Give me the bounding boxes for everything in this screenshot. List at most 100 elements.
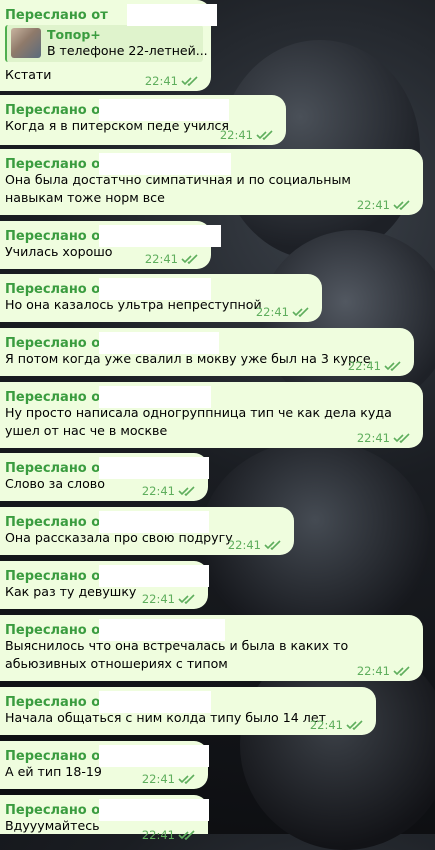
quote-title: Топор+ xyxy=(47,27,101,42)
read-check-icon xyxy=(178,594,195,604)
forward-header: Переслано от xyxy=(5,332,404,354)
message-time: 22:41 xyxy=(356,431,390,445)
message-meta: 22:41 xyxy=(145,252,199,266)
message-bubble[interactable]: Переслано от Топор+ В телефоне 22-летней… xyxy=(0,0,217,91)
forward-label: Переслано от xyxy=(5,103,108,118)
redacted-sender xyxy=(99,386,211,408)
redacted-sender xyxy=(99,153,231,175)
message-time: 22:41 xyxy=(141,592,175,606)
message-text: Выяснилось что она встречалась и была в … xyxy=(5,638,349,671)
quote-text: В телефоне 22-летней... xyxy=(47,43,208,58)
read-check-icon xyxy=(178,774,195,784)
forward-label: Переслано от xyxy=(5,282,108,297)
message-time: 22:41 xyxy=(144,252,178,266)
message-meta: 22:41 xyxy=(357,664,411,678)
message-time: 22:41 xyxy=(356,664,390,678)
message-time: 22:41 xyxy=(356,198,390,212)
forward-label: Переслано от xyxy=(5,336,108,351)
read-check-icon xyxy=(178,486,195,496)
read-check-icon xyxy=(181,254,198,264)
forward-label: Переслано от xyxy=(5,157,108,172)
message-bubble[interactable]: Переслано от Она была достатчно симпатич… xyxy=(0,149,423,215)
forward-label: Переслано от xyxy=(5,515,108,530)
read-check-icon xyxy=(181,76,198,86)
message-bubble[interactable]: Переслано от Вдууумайтесь 22:41 xyxy=(0,795,209,842)
message-meta: 22:41 xyxy=(142,828,196,842)
redacted-sender xyxy=(99,457,209,479)
forward-label: Переслано от xyxy=(5,569,108,584)
quoted-post[interactable]: Топор+ В телефоне 22-летней... xyxy=(5,25,208,62)
message-bubble[interactable]: Переслано от Слово за слово 22:41 xyxy=(0,453,209,501)
message-meta: 22:41 xyxy=(310,718,364,732)
forward-header: Переслано от xyxy=(5,225,221,247)
message-meta: 22:41 xyxy=(348,359,402,373)
message-bubble[interactable]: Переслано от Начала общаться с ним колда… xyxy=(0,687,376,735)
forward-header: Переслано от xyxy=(5,153,413,175)
forward-label: Переслано от xyxy=(5,749,108,764)
read-check-icon xyxy=(346,720,363,730)
message-bubble[interactable]: Переслано от А ей тип 18-19 22:41 xyxy=(0,741,209,789)
redacted-sender xyxy=(99,99,229,121)
forward-label: Переслано от xyxy=(5,229,108,244)
message-meta: 22:41 xyxy=(142,484,196,498)
forward-label: Переслано от xyxy=(5,8,108,23)
forward-header: Переслано от xyxy=(5,278,312,300)
message-meta: 22:41 xyxy=(142,592,196,606)
redacted-sender xyxy=(99,745,209,767)
message-bubble[interactable]: Переслано от Она рассказала про свою под… xyxy=(0,507,294,555)
read-check-icon xyxy=(393,666,410,676)
forward-label: Переслано от xyxy=(5,623,108,638)
message-time: 22:41 xyxy=(141,828,175,842)
message-meta: 22:41 xyxy=(145,74,199,88)
forward-label: Переслано от xyxy=(5,390,108,405)
forward-label: Переслано от xyxy=(5,803,108,818)
message-time: 22:41 xyxy=(309,718,343,732)
message-time: 22:41 xyxy=(144,74,178,88)
forward-header: Переслано от xyxy=(5,619,413,641)
forward-header: Переслано от xyxy=(5,511,284,533)
redacted-sender xyxy=(99,691,211,713)
message-time: 22:41 xyxy=(141,772,175,786)
redacted-sender xyxy=(127,4,217,26)
redacted-sender xyxy=(99,565,209,587)
redacted-sender xyxy=(99,619,225,641)
read-check-icon xyxy=(393,200,410,210)
message-meta: 22:41 xyxy=(142,772,196,786)
read-check-icon xyxy=(393,433,410,443)
forward-header: Переслано от xyxy=(5,565,209,587)
message-text: Ну просто написала одногруппница тип че … xyxy=(5,405,392,438)
forward-header: Переслано от xyxy=(5,691,366,713)
forward-header: Переслано от xyxy=(5,457,209,479)
message-time: 22:41 xyxy=(227,538,261,552)
message-time: 22:41 xyxy=(141,484,175,498)
quote-thumbnail xyxy=(11,28,41,58)
message-bubble[interactable]: Переслано от Я потом когда уже свалил в … xyxy=(0,328,414,376)
read-check-icon xyxy=(178,830,195,840)
forward-header: Переслано от xyxy=(5,745,209,767)
read-check-icon xyxy=(264,540,281,550)
message-bubble[interactable]: Переслано от Когда я в питерском педе уч… xyxy=(0,95,286,145)
message-meta: 22:41 xyxy=(357,198,411,212)
read-check-icon xyxy=(384,361,401,371)
forward-header: Переслано от xyxy=(5,799,209,821)
message-bubble[interactable]: Переслано от Как раз ту девушку 22:41 xyxy=(0,561,209,609)
redacted-sender xyxy=(99,511,209,533)
redacted-sender xyxy=(99,225,221,247)
redacted-sender xyxy=(99,332,219,354)
message-bubble[interactable]: Переслано от Но она казалось ультра непр… xyxy=(0,274,322,322)
message-meta: 22:41 xyxy=(256,305,310,319)
message-time: 22:41 xyxy=(255,305,289,319)
redacted-sender xyxy=(99,799,209,821)
forward-label: Переслано от xyxy=(5,461,108,476)
read-check-icon xyxy=(292,307,309,317)
forward-header: Переслано от xyxy=(5,386,413,408)
message-time: 22:41 xyxy=(347,359,381,373)
message-bubble[interactable]: Переслано от Выяснилось что она встречал… xyxy=(0,615,423,681)
forward-header: Переслано от xyxy=(5,99,276,121)
message-bubble[interactable]: Переслано от Ну просто написала одногруп… xyxy=(0,382,423,448)
message-meta: 22:41 xyxy=(228,538,282,552)
forward-header: Переслано от xyxy=(5,4,217,26)
message-bubble[interactable]: Переслано от Училась хорошо 22:41 xyxy=(0,221,221,269)
forward-label: Переслано от xyxy=(5,695,108,710)
redacted-sender xyxy=(99,278,211,300)
